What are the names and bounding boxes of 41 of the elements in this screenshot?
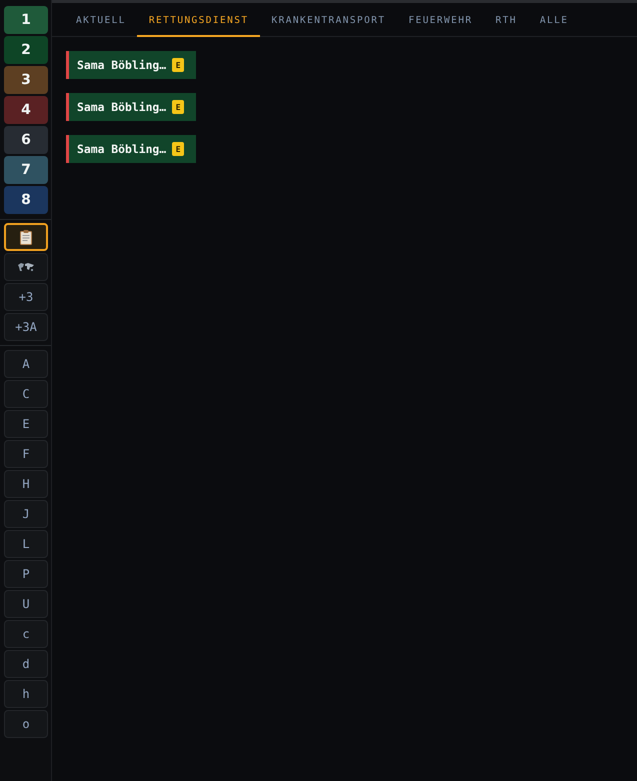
tab[interactable]: KRANKENTRANSPORT — [260, 3, 396, 37]
letter-button[interactable]: P — [4, 560, 48, 588]
unit-name: Sama Böbling… — [77, 100, 166, 114]
badge: E — [172, 58, 184, 72]
letter-button[interactable]: C — [4, 380, 48, 408]
letter-button[interactable]: c — [4, 620, 48, 648]
unit-name: Sama Böbling… — [77, 142, 166, 156]
level-button[interactable]: 7 — [4, 156, 48, 184]
map-button[interactable] — [4, 253, 48, 281]
level-button[interactable]: 1 — [4, 6, 48, 34]
world-map-icon — [18, 262, 34, 272]
tab[interactable]: FEUERWEHR — [396, 3, 484, 37]
tab[interactable]: ALLE — [528, 3, 580, 37]
letter-button[interactable]: U — [4, 590, 48, 618]
letter-button[interactable]: E — [4, 410, 48, 438]
letter-button[interactable]: J — [4, 500, 48, 528]
unit-card[interactable]: Sama Böbling… E — [66, 51, 196, 79]
letter-button[interactable]: H — [4, 470, 48, 498]
toolbar-button[interactable]: +3 — [4, 283, 48, 311]
toolbar-button[interactable]: +3A — [4, 313, 48, 341]
tab[interactable]: RTH — [484, 3, 528, 37]
unit-card[interactable]: Sama Böbling… E — [66, 135, 196, 163]
clipboard-button[interactable] — [4, 223, 48, 251]
letter-button[interactable]: d — [4, 650, 48, 678]
level-button[interactable]: 6 — [4, 126, 48, 154]
letter-button[interactable]: F — [4, 440, 48, 468]
tab[interactable]: RETTUNGSDIENST — [136, 3, 260, 37]
unit-card[interactable]: Sama Böbling… E — [66, 93, 196, 121]
level-button[interactable]: 3 — [4, 66, 48, 94]
level-button[interactable]: 8 — [4, 186, 48, 214]
letter-button[interactable]: L — [4, 530, 48, 558]
level-button[interactable]: 4 — [4, 96, 48, 124]
letter-button[interactable]: o — [4, 710, 48, 738]
letter-button[interactable]: A — [4, 350, 48, 378]
tab[interactable]: AKTUELL — [64, 3, 137, 37]
badge: E — [172, 142, 184, 156]
clipboard-icon — [20, 230, 32, 244]
level-button[interactable]: 2 — [4, 36, 48, 64]
badge: E — [172, 100, 184, 114]
letter-button[interactable]: h — [4, 680, 48, 708]
unit-name: Sama Böbling… — [77, 58, 166, 72]
